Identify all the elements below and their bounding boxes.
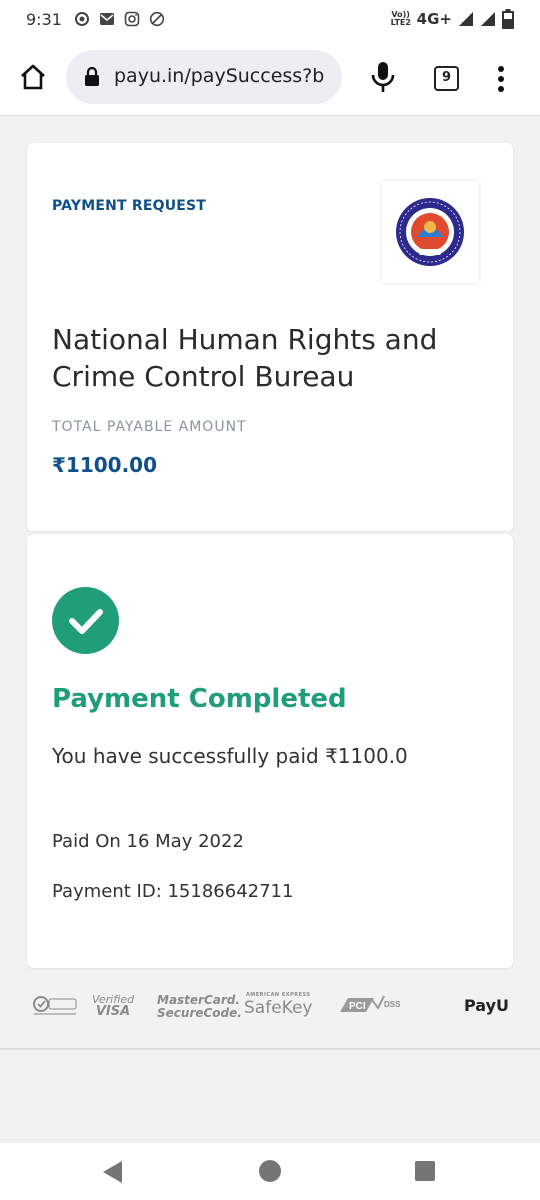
merchant-name: National Human Rights and Crime Control …	[52, 323, 438, 393]
pci-dss-badge: PCI DSS	[340, 995, 401, 1012]
signal-icon	[459, 12, 473, 26]
payment-request-label: PAYMENT REQUEST	[52, 198, 207, 214]
network-type: 4G+	[416, 10, 452, 28]
paid-on-date: Paid On 16 May 2022	[52, 831, 244, 852]
volte-indicator: Vo)) LTE2	[390, 10, 411, 27]
status-bar: 9:31 Vo)) LTE2 4G+	[0, 0, 540, 40]
sync-icon	[75, 12, 89, 26]
security-badges: Verified VISA MasterCard. SecureCode. AM…	[0, 988, 540, 1028]
system-nav-bar	[0, 1143, 540, 1200]
signal-icon	[481, 12, 495, 26]
url-text[interactable]: payu.in/paySuccess?b	[114, 65, 338, 87]
recents-icon[interactable]	[415, 1161, 435, 1181]
back-icon[interactable]	[102, 1160, 124, 1184]
instagram-icon	[124, 11, 140, 27]
total-payable-label: TOTAL PAYABLE AMOUNT	[52, 419, 247, 435]
browser-toolbar: payu.in/paySuccess?b 9	[0, 40, 540, 116]
lock-icon	[85, 66, 99, 86]
payment-success-message: You have successfully paid ₹1100.0	[52, 744, 408, 768]
amex-safekey-badge: AMERICAN EXPRESS SafeKey	[244, 992, 312, 1018]
payment-status-card: Payment Completed You have successfully …	[27, 534, 513, 968]
verified-by-visa-badge: Verified VISA	[92, 994, 134, 1019]
visa-line2: VISA	[95, 1004, 131, 1019]
battery-icon	[502, 9, 514, 29]
norton-secured-icon	[33, 996, 77, 1015]
status-time: 9:31	[26, 10, 62, 29]
nav-home-icon[interactable]	[259, 1160, 281, 1182]
payment-request-card: PAYMENT REQUEST National Human Rights an…	[27, 143, 513, 532]
home-icon[interactable]	[18, 62, 48, 92]
payment-completed-title: Payment Completed	[52, 684, 347, 714]
svg-text:PCI: PCI	[349, 1001, 366, 1012]
address-bar[interactable]: payu.in/paySuccess?b	[66, 50, 342, 104]
safekey-label: SafeKey	[244, 998, 313, 1018]
page-background	[0, 1048, 540, 1143]
mc-line2: SecureCode.	[157, 1006, 242, 1020]
data-saver-icon	[149, 11, 165, 27]
gmail-icon	[100, 13, 114, 25]
tab-switcher-button[interactable]: 9	[434, 66, 459, 91]
payment-id: Payment ID: 15186642711	[52, 881, 294, 902]
payu-logo: PayU	[464, 996, 510, 1015]
mic-icon[interactable]	[370, 61, 396, 93]
merchant-seal-logo	[396, 198, 464, 266]
pci-dss-label: DSS	[384, 1000, 401, 1009]
total-amount: ₹1100.00	[52, 453, 158, 477]
more-vert-icon[interactable]	[494, 65, 508, 93]
check-circle-icon	[52, 587, 119, 654]
mastercard-securecode-badge: MasterCard. SecureCode.	[157, 994, 242, 1020]
merchant-logo	[382, 181, 479, 283]
